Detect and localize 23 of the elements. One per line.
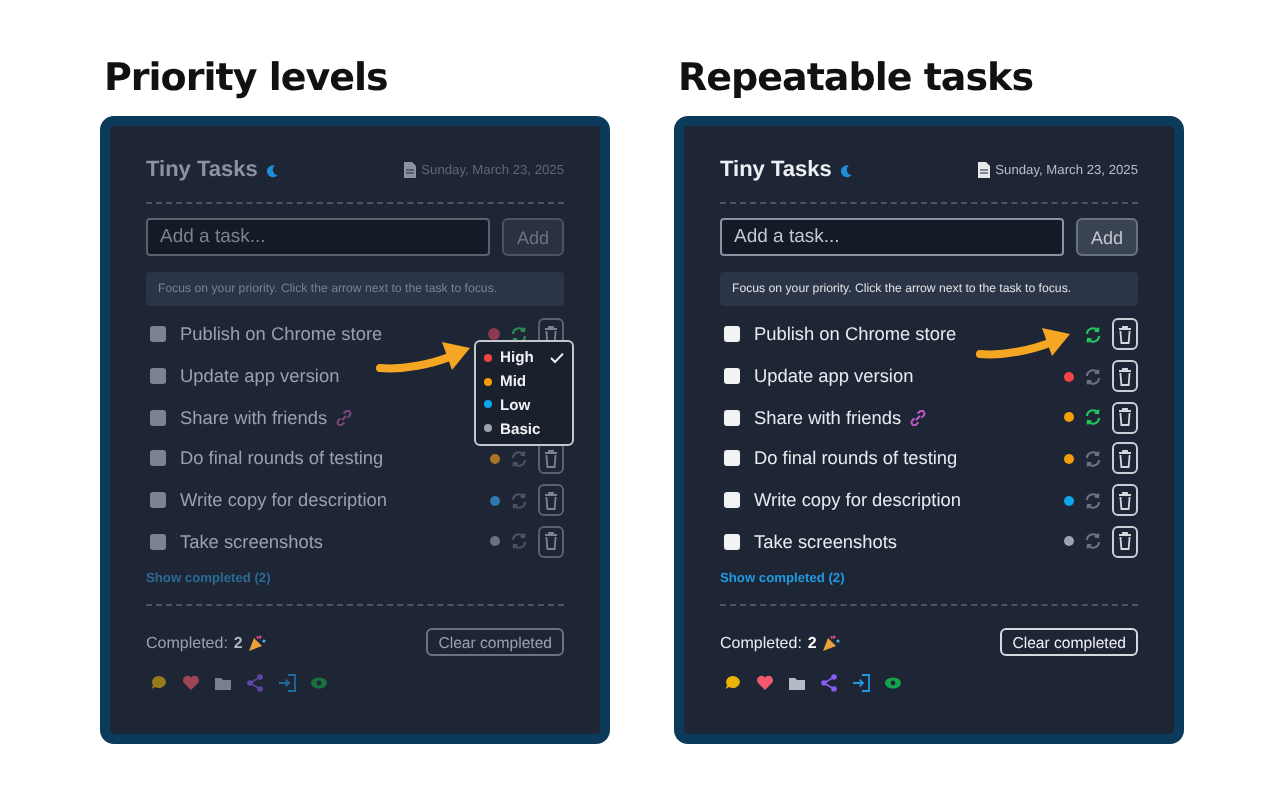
- task-input[interactable]: Add a task...: [146, 218, 490, 256]
- task-text: Publish on Chrome store: [754, 324, 957, 345]
- completed-label: Completed:: [146, 633, 228, 652]
- task-text: Write copy for description: [754, 490, 961, 511]
- task-text: Take screenshots: [754, 531, 897, 552]
- task-text: Publish on Chrome store: [180, 324, 383, 345]
- app-title: Tiny Tasks: [146, 158, 258, 182]
- section-heading: Priority levels: [104, 56, 390, 100]
- task-text: Do final rounds of testing: [180, 448, 384, 469]
- add-button[interactable]: Add: [1076, 218, 1138, 256]
- task-text: Do final rounds of testing: [754, 448, 958, 469]
- section-heading: Repeatable tasks: [678, 56, 1036, 100]
- app-title: Tiny Tasks: [720, 158, 832, 182]
- task-text: Update app version: [754, 366, 914, 387]
- task-text: Update app version: [180, 366, 340, 387]
- completed-label: Completed:: [720, 633, 802, 652]
- task-text: Share with friends: [754, 407, 902, 428]
- completed-count: 2: [807, 633, 817, 652]
- task-text: Take screenshots: [180, 531, 323, 552]
- task-text: Write copy for description: [180, 490, 387, 511]
- task-input[interactable]: Add a task...: [720, 218, 1064, 256]
- task-text: Share with friends: [180, 407, 328, 428]
- completed-count: 2: [233, 633, 243, 652]
